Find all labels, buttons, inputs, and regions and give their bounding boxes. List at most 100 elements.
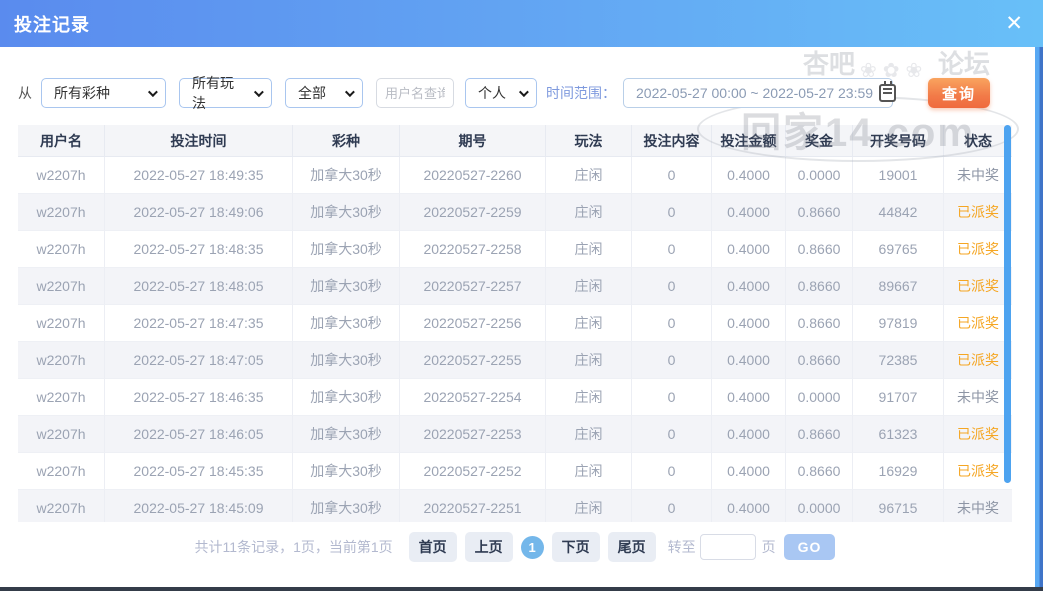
table-header-row: 用户名 投注时间 彩种 期号 玩法 投注内容 投注金额 奖金 开奖号码 状态 [18, 125, 1012, 157]
cell: 96715 [853, 490, 944, 522]
cell: 2022-05-27 18:45:35 [105, 453, 293, 490]
table-row: w2207h 2022-05-27 18:45:09 加拿大30秒 20220527-… [18, 490, 1012, 522]
cell: 2022-05-27 18:46:35 [105, 379, 293, 416]
status-badge: 已派奖 [944, 305, 1012, 342]
cell: 0 [632, 268, 712, 305]
calendar-icon[interactable] [879, 81, 897, 102]
column-header: 投注金额 [712, 125, 786, 157]
cell: 庄闲 [546, 194, 632, 231]
cell: 庄闲 [546, 268, 632, 305]
cell: 加拿大30秒 [293, 379, 400, 416]
cell: w2207h [18, 490, 105, 522]
titlebar: 投注记录 ✕ [0, 0, 1043, 47]
cell: 0.4000 [712, 305, 786, 342]
cell: 72385 [853, 342, 944, 379]
window-scrollbar[interactable] [1035, 47, 1043, 591]
table-row: w2207h 2022-05-27 18:48:35 加拿大30秒 20220527-… [18, 231, 1012, 268]
cell: w2207h [18, 194, 105, 231]
username-search-input[interactable] [376, 78, 454, 108]
table-row: w2207h 2022-05-27 18:47:05 加拿大30秒 20220527-… [18, 342, 1012, 379]
cell: 0.4000 [712, 231, 786, 268]
cell: 加拿大30秒 [293, 157, 400, 194]
scope-select[interactable]: 个人 [465, 78, 537, 108]
cell: 20220527-2256 [400, 305, 546, 342]
goto-page-input[interactable] [699, 534, 756, 560]
cell: 0.4000 [712, 268, 786, 305]
cell: 0.4000 [712, 194, 786, 231]
status-badge: 已派奖 [944, 268, 1012, 305]
all-select[interactable]: 全部 [285, 78, 363, 108]
time-range-input[interactable]: 2022-05-27 00:00 ~ 2022-05-27 23:59 [623, 78, 897, 108]
records-summary: 共计11条记录，1页，当前第1页 [194, 539, 393, 555]
filter-bar: 从 所有彩种 所有玩法 全部 个人 时间范围： 2022-05-27 00:00… [18, 75, 990, 111]
from-label: 从 [18, 85, 32, 101]
cell: 2022-05-27 18:47:05 [105, 342, 293, 379]
cell: w2207h [18, 231, 105, 268]
table-row: w2207h 2022-05-27 18:48:05 加拿大30秒 20220527-… [18, 268, 1012, 305]
time-range-label: 时间范围： [546, 85, 616, 101]
table-row: w2207h 2022-05-27 18:49:06 加拿大30秒 20220527-… [18, 194, 1012, 231]
cell: 加拿大30秒 [293, 416, 400, 453]
table-row: w2207h 2022-05-27 18:49:35 加拿大30秒 20220527-… [18, 157, 1012, 194]
cell: 加拿大30秒 [293, 231, 400, 268]
scope-select-value: 个人 [478, 85, 506, 101]
column-header: 用户名 [18, 125, 105, 157]
status-badge: 未中奖 [944, 490, 1012, 522]
table-row: w2207h 2022-05-27 18:45:35 加拿大30秒 20220527-… [18, 453, 1012, 490]
page-unit-label: 页 [761, 539, 776, 555]
next-page-button[interactable]: 下页 [551, 532, 600, 562]
last-page-button[interactable]: 尾页 [607, 532, 656, 562]
status-badge: 未中奖 [944, 379, 1012, 416]
current-page-badge[interactable]: 1 [520, 535, 544, 559]
prev-page-button[interactable]: 上页 [464, 532, 513, 562]
table-body: w2207h 2022-05-27 18:49:35 加拿大30秒 20220527-… [18, 157, 1012, 522]
cell: 加拿大30秒 [293, 490, 400, 522]
cell: w2207h [18, 342, 105, 379]
go-button[interactable]: GO [783, 534, 836, 560]
cell: 庄闲 [546, 490, 632, 522]
cell: 20220527-2259 [400, 194, 546, 231]
time-range-value: 2022-05-27 00:00 ~ 2022-05-27 23:59 [636, 85, 874, 101]
cell: w2207h [18, 157, 105, 194]
table-row: w2207h 2022-05-27 18:47:35 加拿大30秒 20220527-… [18, 305, 1012, 342]
cell: 0.0000 [786, 490, 853, 522]
cell: w2207h [18, 379, 105, 416]
cell: 20220527-2260 [400, 157, 546, 194]
bet-records-modal: 投注记录 ✕ 杏吧 ❀✿❀ 论坛 回家14.com 从 所有彩种 所有玩法 全部… [0, 0, 1043, 591]
cell: 庄闲 [546, 305, 632, 342]
close-icon[interactable]: ✕ [1005, 13, 1023, 34]
chevron-down-icon [254, 86, 264, 97]
cell: 0 [632, 305, 712, 342]
column-header: 玩法 [546, 125, 632, 157]
status-badge: 已派奖 [944, 231, 1012, 268]
play-method-select[interactable]: 所有玩法 [179, 75, 272, 111]
page-title: 投注记录 [14, 14, 90, 35]
chevron-down-icon [147, 86, 158, 97]
table-row: w2207h 2022-05-27 18:46:05 加拿大30秒 20220527-… [18, 416, 1012, 453]
cell: 0 [632, 194, 712, 231]
cell: 20220527-2255 [400, 342, 546, 379]
cell: w2207h [18, 305, 105, 342]
first-page-button[interactable]: 首页 [408, 532, 457, 562]
lottery-type-select[interactable]: 所有彩种 [41, 78, 166, 108]
cell: 加拿大30秒 [293, 194, 400, 231]
cell: 庄闲 [546, 453, 632, 490]
cell: 89667 [853, 268, 944, 305]
search-button[interactable]: 查询 [928, 78, 990, 108]
chevron-down-icon [518, 86, 529, 97]
column-header: 投注内容 [632, 125, 712, 157]
cell: w2207h [18, 416, 105, 453]
cell: 庄闲 [546, 416, 632, 453]
cell: 0 [632, 157, 712, 194]
cell: 0.8660 [786, 453, 853, 490]
cell: 0.4000 [712, 379, 786, 416]
table-scrollbar[interactable] [1004, 125, 1011, 483]
cell: 0.4000 [712, 453, 786, 490]
cell: 2022-05-27 18:45:09 [105, 490, 293, 522]
cell: 2022-05-27 18:49:06 [105, 194, 293, 231]
cell: 20220527-2258 [400, 231, 546, 268]
table-row: w2207h 2022-05-27 18:46:35 加拿大30秒 20220527-… [18, 379, 1012, 416]
column-header: 投注时间 [105, 125, 293, 157]
records-table: 用户名 投注时间 彩种 期号 玩法 投注内容 投注金额 奖金 开奖号码 状态 w2207h 2022… [18, 125, 1012, 522]
cell: 加拿大30秒 [293, 342, 400, 379]
